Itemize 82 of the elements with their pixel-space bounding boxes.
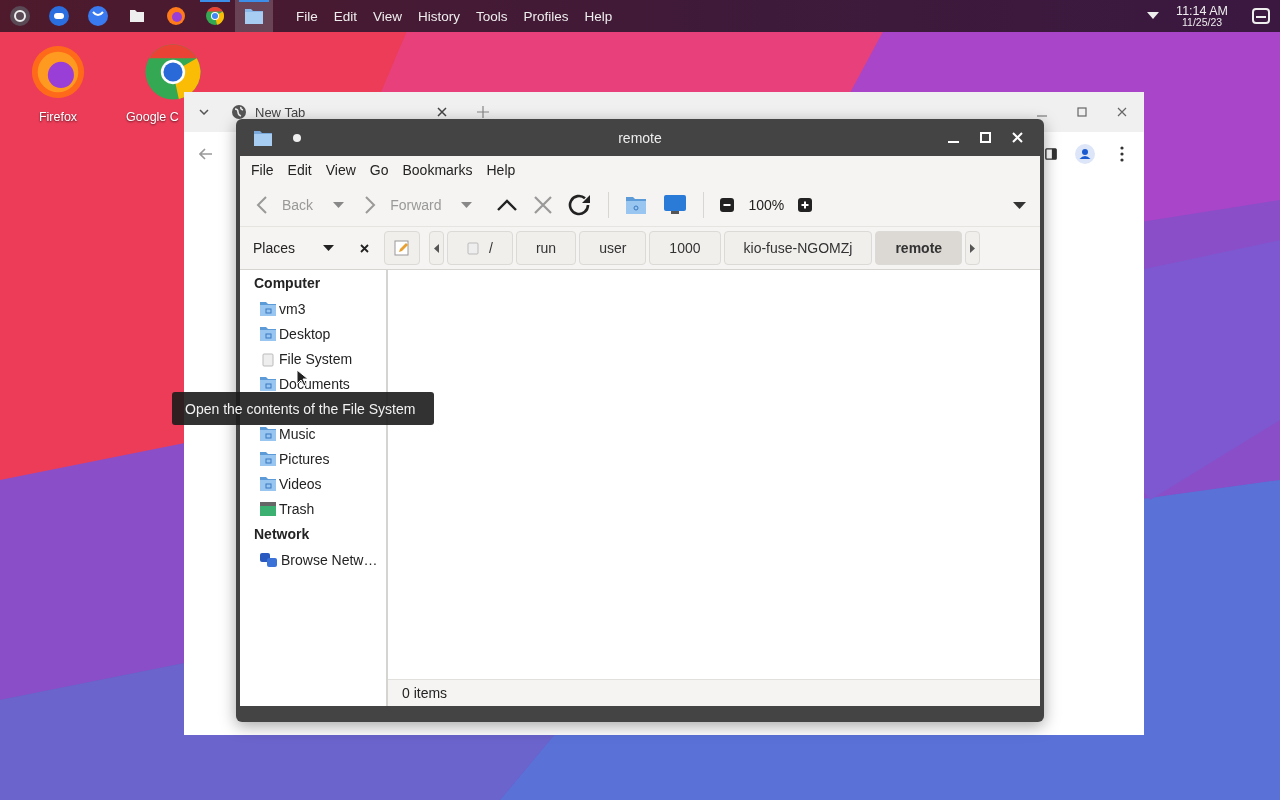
chevron-down-icon[interactable] — [199, 109, 209, 115]
chevron-left-icon — [256, 195, 268, 215]
home-folder-icon[interactable] — [625, 195, 648, 215]
chrome-icon[interactable] — [144, 43, 202, 101]
kebab-menu-icon[interactable] — [1120, 146, 1124, 162]
network-icon — [260, 551, 278, 568]
folder-icon — [244, 7, 264, 25]
clock-date: 11/25/23 — [1182, 17, 1223, 28]
fox-icon — [166, 6, 186, 26]
menu-item[interactable]: Tools — [468, 8, 516, 24]
folder-icon — [260, 325, 276, 342]
back-arrow-icon[interactable] — [199, 148, 213, 160]
dropdown-arrow-icon[interactable] — [1147, 12, 1160, 20]
place-item[interactable]: vm3 — [240, 296, 386, 321]
menu-item[interactable]: Help — [576, 8, 621, 24]
menu-item[interactable]: File — [244, 162, 281, 178]
dropdown-arrow-icon[interactable] — [1013, 201, 1026, 209]
browser-tab[interactable]: New Tab — [231, 104, 447, 120]
breadcrumb[interactable]: remote — [875, 231, 963, 265]
place-item[interactable]: Browse Netw… — [240, 547, 386, 572]
menu-item[interactable]: Help — [479, 162, 523, 178]
ring-icon — [10, 6, 30, 26]
pin-dot-icon[interactable] — [293, 133, 301, 142]
trash-icon — [260, 500, 276, 517]
reload-icon[interactable] — [568, 194, 593, 216]
status-text: 0 items — [402, 685, 448, 701]
place-item[interactable]: Desktop — [240, 321, 386, 346]
section-header: Computer — [253, 274, 322, 293]
zoom-in-icon[interactable] — [798, 198, 813, 212]
zoom-level: 100% — [748, 197, 785, 213]
place-item[interactable]: Trash — [240, 496, 386, 521]
place-item[interactable]: Videos — [240, 471, 386, 496]
desktop-icon-label[interactable]: Google C — [126, 110, 179, 124]
menu-item[interactable]: History — [410, 8, 469, 24]
monitor-icon[interactable] — [663, 194, 688, 216]
chrome-icon — [205, 6, 225, 26]
drive-icon — [260, 350, 276, 367]
scroll-right-button[interactable] — [965, 231, 981, 265]
desktop-icon-label[interactable]: Firefox — [38, 110, 78, 124]
zoom-out-icon[interactable] — [720, 198, 735, 212]
menu-item[interactable]: View — [318, 162, 363, 178]
folder-icon — [260, 375, 276, 392]
breadcrumb[interactable]: kio-fuse-NGOMZj — [723, 231, 873, 265]
folder-icon — [253, 128, 273, 147]
menu-item[interactable]: Profiles — [515, 8, 577, 24]
globe-icon — [231, 104, 247, 120]
close-icon[interactable] — [437, 107, 447, 117]
dropdown-arrow-icon[interactable] — [323, 245, 334, 251]
chevron-right-icon — [364, 195, 377, 215]
place-item[interactable]: Pictures — [240, 446, 386, 471]
folder-icon — [260, 450, 276, 467]
menu-item[interactable]: Go — [362, 162, 396, 178]
breadcrumb[interactable]: 1000 — [649, 231, 721, 265]
sidebar-icon[interactable] — [1045, 147, 1057, 161]
breadcrumb[interactable]: / — [447, 231, 513, 265]
menu-item[interactable]: View — [365, 8, 411, 24]
menu-item[interactable]: Edit — [325, 8, 366, 24]
breadcrumb[interactable]: run — [515, 231, 577, 265]
section-header: Network — [253, 525, 311, 544]
clock-time: 11:14 AM — [1176, 4, 1228, 17]
folder-icon — [260, 475, 276, 492]
places-label: Places — [253, 240, 297, 256]
profile-icon[interactable] — [1075, 144, 1095, 164]
menu-item[interactable]: Edit — [280, 162, 319, 178]
window-icon[interactable] — [1252, 8, 1270, 24]
toggle-icon — [49, 6, 69, 26]
drive-icon — [467, 241, 479, 255]
bubble-icon — [88, 6, 108, 26]
folder-icon — [260, 300, 276, 317]
menu-item[interactable]: Bookmarks — [395, 162, 480, 178]
place-item[interactable]: File System — [240, 346, 386, 371]
menu-item[interactable]: File — [288, 8, 326, 24]
folder-icon — [260, 425, 276, 442]
triangle-right-icon — [970, 243, 976, 253]
window-title: remote — [618, 129, 662, 146]
file-icon — [129, 8, 145, 24]
triangle-left-icon — [434, 243, 439, 253]
close-icon[interactable] — [360, 243, 369, 253]
scroll-left-button[interactable] — [429, 231, 444, 265]
breadcrumb[interactable]: user — [579, 231, 647, 265]
pencil-icon — [394, 240, 410, 256]
tooltip: Open the contents of the File System — [172, 392, 434, 425]
